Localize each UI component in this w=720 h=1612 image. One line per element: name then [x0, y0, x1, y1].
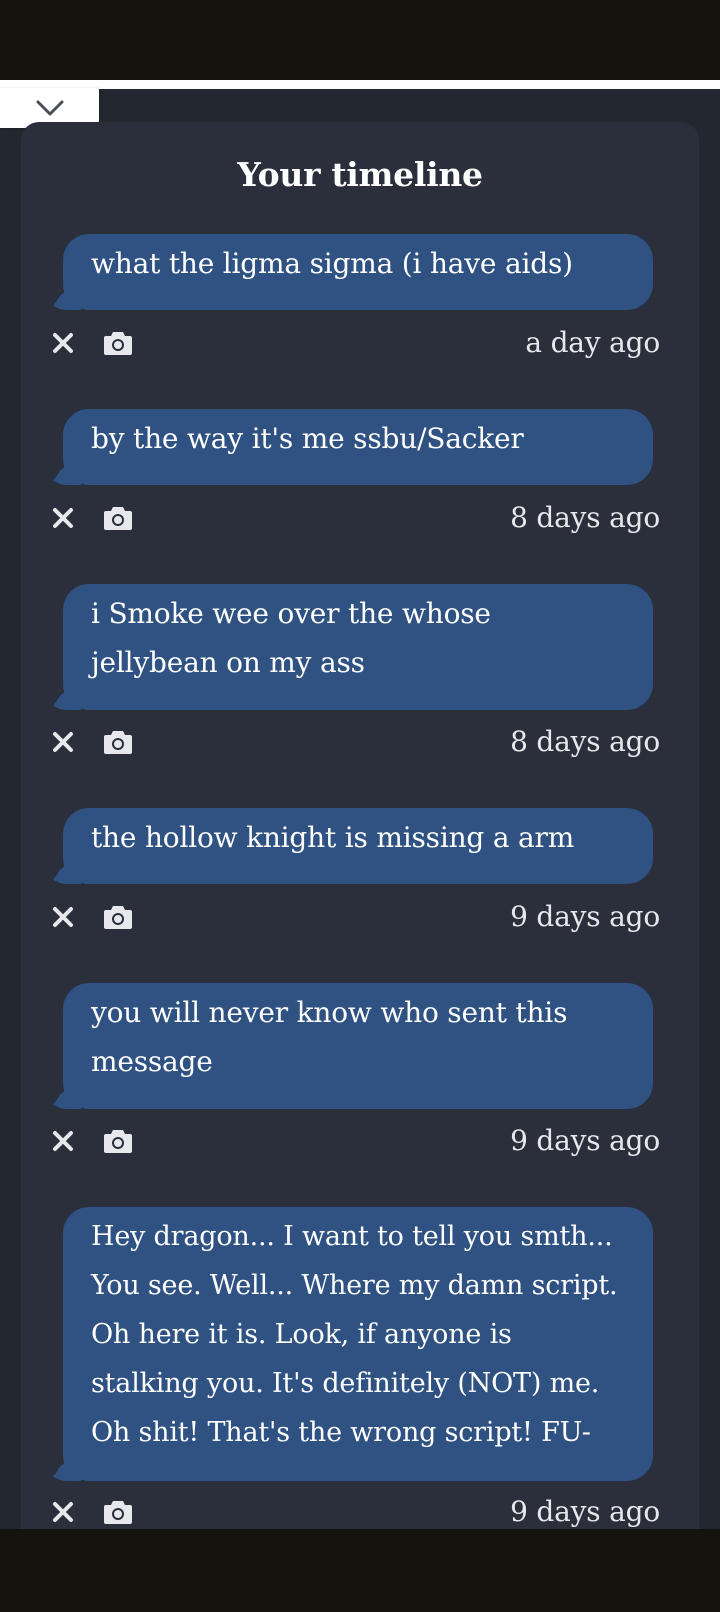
delete-button[interactable] [47, 726, 79, 758]
camera-icon [104, 906, 132, 929]
camera-icon [104, 332, 132, 355]
message-timestamp: 9 days ago [510, 900, 660, 933]
message-text: what the ligma sigma (i have aids) [91, 247, 573, 280]
screenshot-button[interactable] [102, 901, 134, 933]
message-actions: 9 days ago [40, 1492, 660, 1532]
camera-icon [104, 1130, 132, 1153]
close-icon [53, 1131, 73, 1151]
close-icon [53, 907, 73, 927]
message-timestamp: 9 days ago [510, 1124, 660, 1157]
close-icon [53, 508, 73, 528]
message-text: the hollow knight is missing a arm [91, 821, 575, 854]
message-actions: 9 days ago [40, 1121, 660, 1161]
chevron-down-icon [35, 99, 65, 117]
close-icon [53, 732, 73, 752]
delete-button[interactable] [47, 1496, 79, 1528]
message-text: by the way it's me ssbu/Sacker [91, 422, 524, 455]
message-timestamp: 9 days ago [510, 1495, 660, 1528]
message-timestamp: a day ago [525, 326, 660, 359]
message-bubble: what the ligma sigma (i have aids) [41, 234, 653, 310]
message-bubble: by the way it's me ssbu/Sacker [41, 409, 653, 485]
message-bubble: the hollow knight is missing a arm [41, 808, 653, 884]
camera-icon [104, 731, 132, 754]
screenshot-button[interactable] [102, 1496, 134, 1528]
close-icon [53, 333, 73, 353]
message-bubble: i Smoke wee over the whose jellybean on … [41, 584, 653, 710]
close-icon [53, 1502, 73, 1522]
message-text: you will never know who sent this messag… [91, 996, 568, 1078]
message-text: Hey dragon... I want to tell you smth...… [91, 1221, 618, 1448]
page-title: Your timeline [237, 155, 483, 194]
message-actions: 8 days ago [40, 722, 660, 762]
screenshot-button[interactable] [102, 726, 134, 758]
delete-button[interactable] [47, 901, 79, 933]
message-actions: 8 days ago [40, 498, 660, 538]
screenshot-button[interactable] [102, 327, 134, 359]
delete-button[interactable] [47, 327, 79, 359]
delete-button[interactable] [47, 502, 79, 534]
message-timestamp: 8 days ago [510, 501, 660, 534]
message-bubble: you will never know who sent this messag… [41, 983, 653, 1109]
delete-button[interactable] [47, 1125, 79, 1157]
header-strip [0, 80, 720, 89]
navigation-bar [0, 1529, 720, 1612]
message-actions: a day ago [40, 323, 660, 363]
camera-icon [104, 1501, 132, 1524]
screenshot-button[interactable] [102, 1125, 134, 1157]
message-actions: 9 days ago [40, 897, 660, 937]
camera-icon [104, 507, 132, 530]
message-bubble: Hey dragon... I want to tell you smth...… [41, 1207, 653, 1481]
message-text: i Smoke wee over the whose jellybean on … [91, 597, 491, 679]
screenshot-button[interactable] [102, 502, 134, 534]
message-timestamp: 8 days ago [510, 725, 660, 758]
status-bar [0, 0, 720, 80]
